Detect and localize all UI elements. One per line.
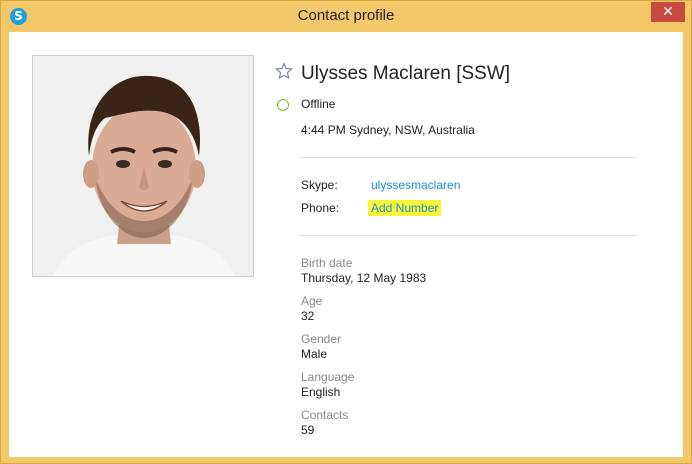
favorite-star-icon[interactable] — [275, 62, 293, 80]
window-title: Contact profile — [297, 7, 395, 24]
age-value: 32 — [301, 309, 315, 323]
close-button[interactable]: ✕ — [651, 2, 685, 22]
title-bar[interactable]: S Contact profile ✕ — [1, 1, 691, 32]
language-value: English — [301, 385, 341, 399]
add-number-link[interactable]: Add Number — [368, 200, 442, 216]
contact-name: Ulysses Maclaren [SSW] — [301, 63, 511, 84]
offline-status-icon — [277, 99, 289, 111]
profile-content: Ulysses Maclaren [SSW] Offline 4:44 PM S… — [9, 32, 683, 457]
contacts-value: 59 — [301, 423, 315, 437]
birth-date-value: Thursday, 12 May 1983 — [301, 271, 427, 285]
status-text: Offline — [301, 97, 336, 111]
birth-date-label: Birth date — [301, 256, 353, 270]
profile-photo — [32, 55, 254, 277]
skype-label: Skype: — [301, 178, 338, 192]
gender-label: Gender — [301, 332, 342, 346]
local-time: 4:44 PM Sydney, NSW, Australia — [301, 123, 475, 137]
divider — [299, 157, 637, 158]
close-icon: ✕ — [662, 4, 674, 20]
age-label: Age — [301, 294, 323, 308]
phone-label: Phone: — [301, 201, 340, 215]
contact-profile-window: S Contact profile ✕ Ulysses Maclaren [SS… — [0, 0, 692, 464]
gender-value: Male — [301, 347, 328, 361]
contacts-label: Contacts — [301, 408, 349, 422]
divider — [299, 235, 637, 236]
language-label: Language — [301, 370, 355, 384]
skype-name-link[interactable]: ulyssesmaclaren — [371, 178, 460, 192]
